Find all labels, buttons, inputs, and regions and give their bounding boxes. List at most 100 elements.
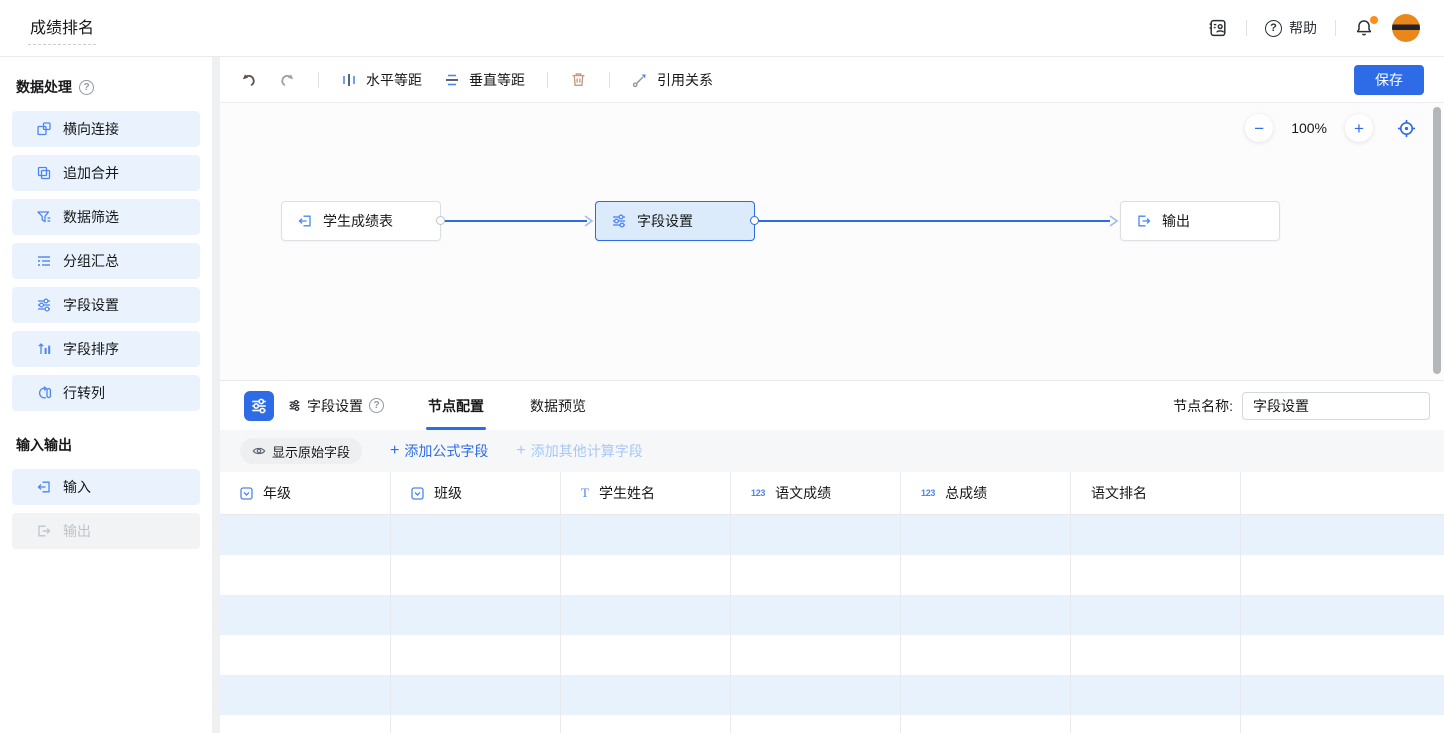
- table-cell: [390, 715, 560, 733]
- table-cell: [560, 555, 730, 595]
- table-cell: [560, 595, 730, 635]
- table-row: [220, 635, 1444, 675]
- field-settings-icon: [36, 297, 52, 313]
- table-cell: [1240, 715, 1444, 733]
- plus-icon: +: [516, 443, 525, 459]
- panel-tabs: 节点配置 数据预览: [428, 381, 586, 430]
- notifications-button[interactable]: [1354, 18, 1374, 38]
- column-header-student-name[interactable]: T 学生姓名: [560, 472, 730, 514]
- table-row: [220, 555, 1444, 595]
- locate-icon: [1397, 119, 1416, 138]
- zoom-level: 100%: [1291, 120, 1327, 136]
- node-student-scores[interactable]: 学生成绩表: [281, 201, 441, 241]
- horizontal-join-icon: [36, 121, 52, 137]
- table-row: [220, 675, 1444, 715]
- tab-node-config[interactable]: 节点配置: [428, 381, 484, 430]
- field-sort-icon: [36, 341, 52, 357]
- sidebar-item-input[interactable]: 输入: [12, 469, 200, 505]
- zoom-out-button[interactable]: −: [1245, 114, 1273, 142]
- column-header-total-score[interactable]: 123 总成绩: [900, 472, 1070, 514]
- table-cell: [1070, 555, 1240, 595]
- node-name-field: 节点名称:: [1173, 392, 1430, 420]
- node-name-input[interactable]: [1242, 392, 1430, 420]
- show-original-fields-button[interactable]: 显示原始字段: [240, 438, 362, 464]
- table-cell: [220, 715, 390, 733]
- add-other-calc-field-label: 添加其他计算字段: [531, 441, 643, 461]
- flow-canvas[interactable]: − 100% +: [220, 103, 1444, 381]
- panel-title: 字段设置 ?: [288, 396, 384, 416]
- column-label: 学生姓名: [599, 483, 655, 503]
- help-button[interactable]: ? 帮助: [1265, 18, 1317, 38]
- field-settings-mini-icon: [288, 399, 301, 412]
- table-cell: [900, 555, 1070, 595]
- reference-relation-button[interactable]: 引用关系: [632, 70, 713, 90]
- sidebar-item-row-to-column[interactable]: 行转列: [12, 375, 200, 411]
- panel-header: 字段设置 ? 节点配置 数据预览 节点名称:: [220, 381, 1444, 430]
- table-cell: [390, 555, 560, 595]
- tab-data-preview[interactable]: 数据预览: [530, 381, 586, 430]
- topbar-actions: ? 帮助: [1208, 14, 1420, 42]
- distribute-vertical-button[interactable]: 垂直等距: [444, 70, 525, 90]
- sidebar-item-group-summary[interactable]: 分组汇总: [12, 243, 200, 279]
- edge-fieldsettings-to-output[interactable]: [755, 220, 1110, 222]
- output-port[interactable]: [750, 216, 759, 225]
- output-port[interactable]: [436, 216, 445, 225]
- field-settings-node-icon: [244, 391, 274, 421]
- column-header-grade[interactable]: 年级: [220, 472, 390, 514]
- table-cell: [220, 515, 390, 555]
- table-cell: [1240, 635, 1444, 675]
- sidebar-item-output[interactable]: 输出: [12, 513, 200, 549]
- node-field-settings[interactable]: 字段设置: [595, 201, 755, 241]
- column-header-chinese-rank[interactable]: 语文排名: [1070, 472, 1240, 514]
- output-icon: [36, 523, 52, 539]
- sidebar-item-horizontal-join[interactable]: 横向连接: [12, 111, 200, 147]
- table-row: [220, 515, 1444, 555]
- eye-icon: [252, 444, 266, 458]
- sidebar-item-data-filter[interactable]: 数据筛选: [12, 199, 200, 235]
- node-config-panel: 字段设置 ? 节点配置 数据预览 节点名称: 显示原始字段 +: [220, 381, 1444, 733]
- output-icon: [1136, 213, 1152, 229]
- table-cell: [730, 515, 900, 555]
- canvas-scrollbar[interactable]: [1433, 107, 1441, 374]
- add-other-calc-field-button[interactable]: + 添加其他计算字段: [516, 441, 642, 461]
- table-cell: [730, 595, 900, 635]
- zoom-in-button[interactable]: +: [1345, 114, 1373, 142]
- sidebar-item-field-settings[interactable]: 字段设置: [12, 287, 200, 323]
- edge-arrowhead-icon: [1108, 214, 1119, 228]
- help-question-icon[interactable]: ?: [369, 398, 384, 413]
- reference-relation-label: 引用关系: [657, 70, 713, 90]
- sidebar-item-field-sort[interactable]: 字段排序: [12, 331, 200, 367]
- contacts-button[interactable]: [1208, 18, 1228, 38]
- user-avatar[interactable]: [1392, 14, 1420, 42]
- column-header-chinese-score[interactable]: 123 语文成绩: [730, 472, 900, 514]
- distribute-horizontal-label: 水平等距: [366, 70, 422, 90]
- table-cell: [730, 675, 900, 715]
- column-label: 年级: [263, 483, 291, 503]
- edge-input-to-fieldsettings[interactable]: [441, 220, 587, 222]
- column-label: 语文成绩: [775, 483, 831, 503]
- page-title[interactable]: 成绩排名: [28, 12, 96, 45]
- table-cell: [560, 675, 730, 715]
- notification-badge: [1370, 16, 1378, 24]
- locate-button[interactable]: [1397, 119, 1416, 138]
- column-header-class[interactable]: 班级: [390, 472, 560, 514]
- table-row: [220, 595, 1444, 635]
- table-cell: [220, 595, 390, 635]
- distribute-horizontal-button[interactable]: 水平等距: [341, 70, 422, 90]
- undo-button[interactable]: [240, 71, 257, 88]
- help-icon: ?: [1265, 20, 1282, 37]
- table-cell: [220, 675, 390, 715]
- save-button[interactable]: 保存: [1354, 65, 1424, 95]
- help-question-icon[interactable]: ?: [79, 80, 94, 95]
- main-area: 水平等距 垂直等距: [220, 57, 1444, 733]
- append-merge-icon: [36, 165, 52, 181]
- add-formula-field-button[interactable]: + 添加公式字段: [390, 441, 488, 461]
- redo-icon: [279, 71, 296, 88]
- table-cell: [900, 715, 1070, 733]
- sidebar-item-append-merge[interactable]: 追加合并: [12, 155, 200, 191]
- table-cell: [1070, 595, 1240, 635]
- redo-button[interactable]: [279, 71, 296, 88]
- field-settings-icon: [611, 213, 627, 229]
- delete-button[interactable]: [570, 71, 587, 88]
- node-output[interactable]: 输出: [1120, 201, 1280, 241]
